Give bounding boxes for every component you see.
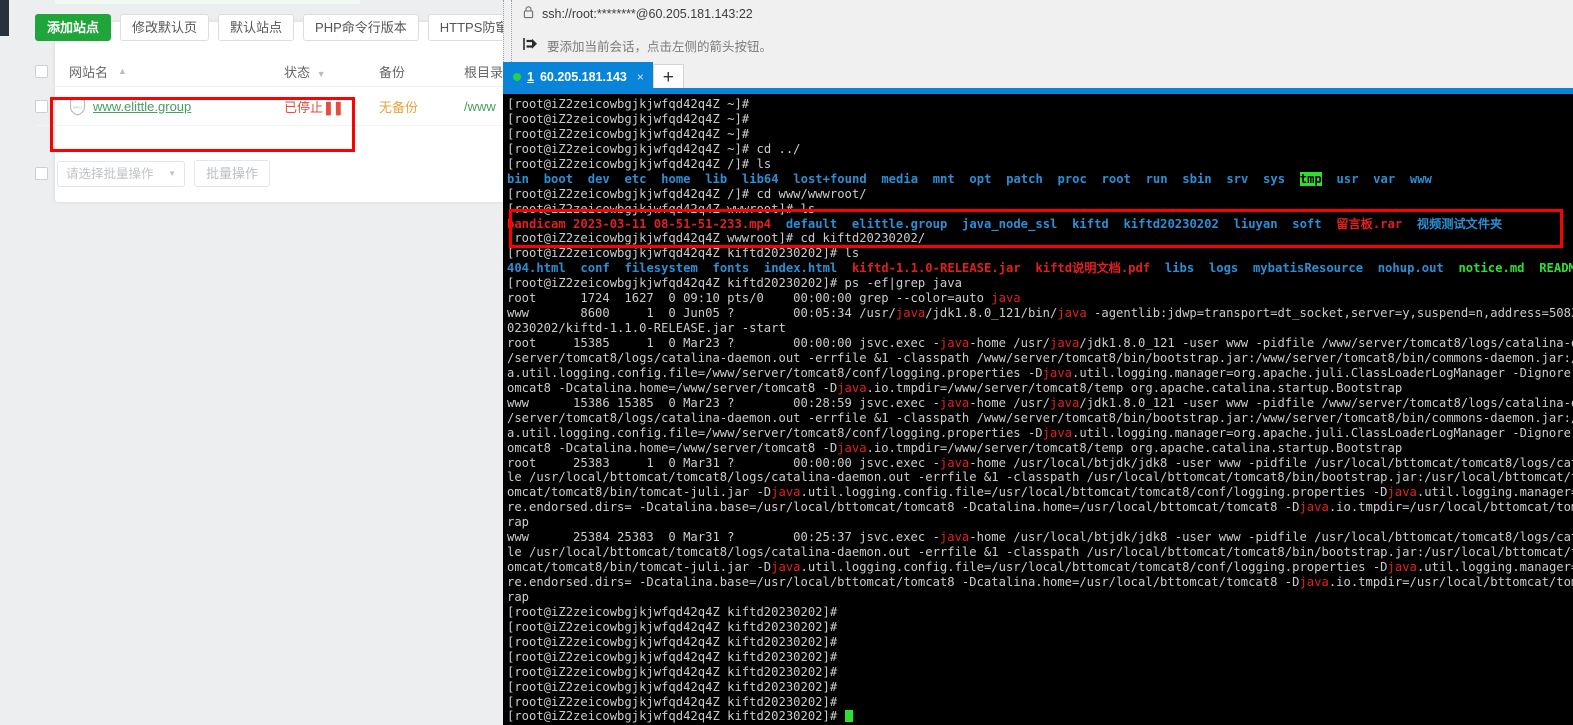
lock-icon — [523, 6, 534, 22]
bulk-operation-button[interactable]: 批量操作 — [194, 160, 271, 187]
row-checkbox[interactable] — [35, 99, 48, 113]
add-session-hint-bar: 要添加当前会话，点击左侧的箭头按钮。 — [512, 28, 1573, 62]
site-table: 网站名 ▲ 状态 ▼ 备份 根目录 BAO www.elittle.group … — [35, 56, 503, 126]
php-cli-version-button[interactable]: PHP命令行版本 — [303, 14, 419, 41]
sort-asc-icon[interactable]: ▲ — [118, 66, 127, 76]
session-url-bar[interactable]: ssh://root:********@60.205.181.143:22 — [512, 0, 1573, 28]
column-header-sitename-label: 网站名 — [69, 64, 109, 80]
sidebar-rail — [0, 0, 9, 36]
site-toolbar: 添加站点 修改默认页 默认站点 PHP命令行版本 HTTPS防窜站 ◁ — [35, 14, 503, 41]
table-header-row: 网站名 ▲ 状态 ▼ 备份 根目录 — [35, 56, 503, 87]
edit-default-page-button[interactable]: 修改默认页 — [120, 14, 210, 41]
root-path: /www — [464, 98, 496, 114]
terminal-tab-bar: 1 60.205.181.143 × + — [503, 62, 1573, 91]
bulk-select-checkbox[interactable] — [35, 167, 48, 180]
tab-number: 1 — [527, 69, 534, 84]
shield-icon: BAO — [69, 96, 86, 116]
https-anti-hijack-button[interactable]: HTTPS防窜站 — [427, 14, 503, 41]
add-site-button[interactable]: 添加站点 — [35, 14, 112, 41]
ssh-terminal-window: ssh://root:********@60.205.181.143:22 要添… — [503, 0, 1573, 725]
column-header-rootdir: 根目录 — [464, 64, 503, 80]
select-all-checkbox[interactable] — [35, 64, 48, 78]
row-checkbox-cell[interactable] — [35, 99, 69, 113]
toolbar-drag-handle[interactable] — [503, 0, 512, 62]
close-icon[interactable]: × — [637, 70, 644, 84]
backup-status: 无备份 — [379, 99, 419, 115]
cell-rootdir[interactable]: /www — [464, 99, 503, 114]
new-tab-button[interactable]: + — [652, 64, 684, 91]
connected-status-dot — [513, 72, 521, 81]
cell-status: 已停止❚❚ — [284, 97, 379, 116]
bulk-operation-placeholder: 请选择批量操作 — [66, 166, 154, 181]
column-header-status[interactable]: 状态 ▼ — [284, 62, 379, 81]
bulk-operation-bar: 请选择批量操作 ▼ 批量操作 — [35, 160, 271, 187]
column-header-status-label: 状态 — [284, 64, 311, 80]
default-site-button[interactable]: 默认站点 — [218, 14, 295, 41]
paused-icon: ❚❚ — [323, 99, 344, 115]
table-row[interactable]: BAO www.elittle.group 已停止❚❚ 无备份 /www — [35, 87, 503, 126]
tab-title: 60.205.181.143 — [539, 69, 627, 84]
status-badge: 已停止 — [284, 99, 324, 115]
select-all-checkbox-cell[interactable] — [35, 64, 69, 78]
svg-text:BAO: BAO — [73, 104, 81, 109]
site-name-link[interactable]: www.elittle.group — [93, 99, 191, 114]
column-header-backup: 备份 — [379, 64, 406, 80]
bulk-operation-select[interactable]: 请选择批量操作 ▼ — [57, 160, 185, 187]
cell-sitename[interactable]: BAO www.elittle.group — [69, 96, 284, 116]
column-header-sitename[interactable]: 网站名 ▲ — [69, 62, 284, 81]
add-session-hint-text: 要添加当前会话，点击左侧的箭头按钮。 — [547, 39, 773, 54]
session-url-text: ssh://root:********@60.205.181.143:22 — [542, 7, 753, 21]
panel-tab-strip[interactable] — [55, 0, 360, 4]
chevron-down-icon: ▼ — [168, 168, 176, 178]
terminal-console-output[interactable]: [root@iZ2zeicowbgjkjwfqd42q4Z ~]# [root@… — [503, 94, 1573, 725]
tab-60-205-181-143[interactable]: 1 60.205.181.143 × — [503, 62, 653, 91]
baota-site-panel: 添加站点 修改默认页 默认站点 PHP命令行版本 HTTPS防窜站 ◁ 网站名 … — [0, 0, 503, 725]
sort-desc-icon[interactable]: ▼ — [317, 69, 326, 79]
cell-backup[interactable]: 无备份 — [379, 97, 464, 116]
add-session-arrow-icon[interactable] — [523, 37, 538, 54]
